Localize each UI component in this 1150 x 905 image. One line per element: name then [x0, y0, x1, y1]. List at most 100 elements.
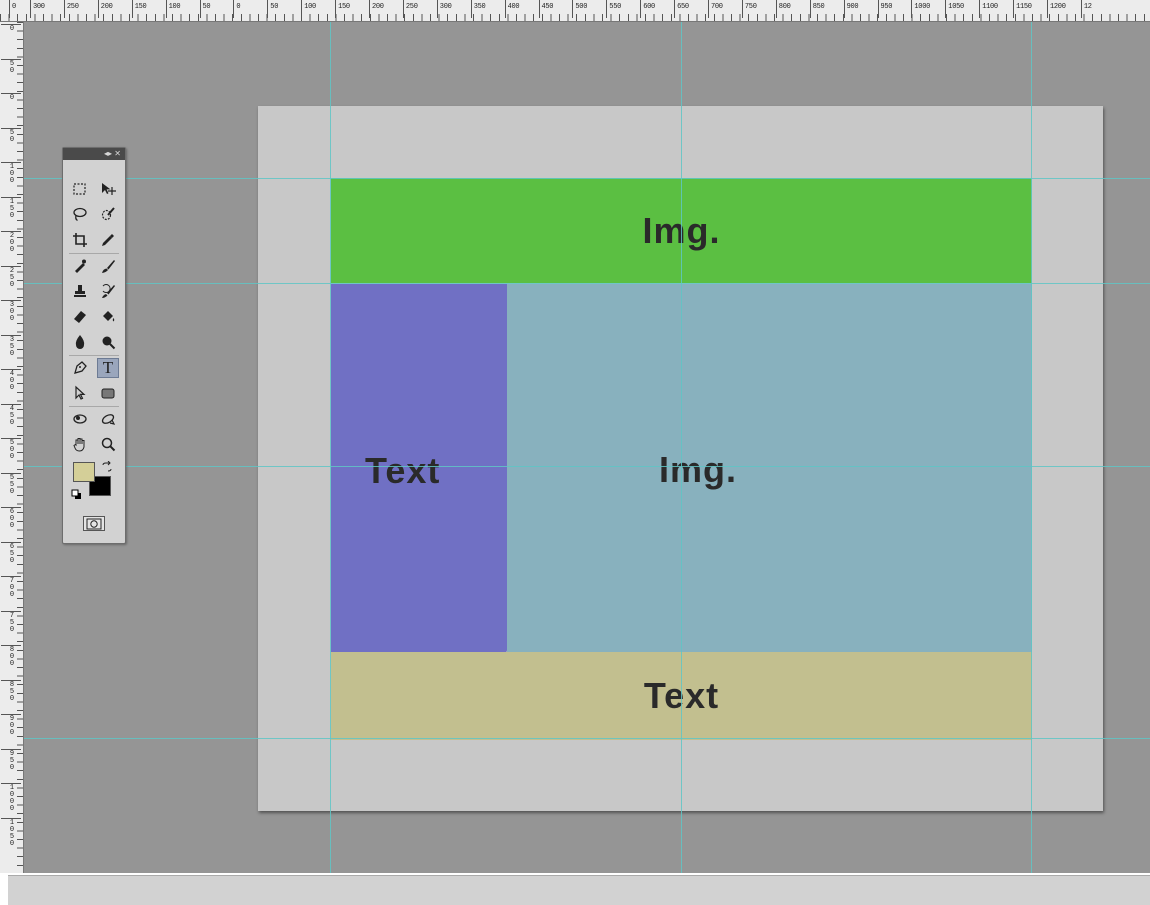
ruler-label: 100 — [301, 0, 316, 18]
tool-row — [69, 202, 119, 228]
ruler-label: 900 — [843, 0, 859, 18]
tool-row — [69, 176, 119, 202]
ruler-label: 50 — [1, 127, 21, 144]
type-tool-glyph: T — [102, 357, 114, 377]
ruler-label: 1050 — [945, 0, 964, 18]
ruler-label: 100 — [165, 0, 181, 18]
canvas-workspace[interactable]: Img. Text Img. Text 0 300 250 200 150 100 50 0 5… — [0, 0, 1150, 873]
horizontal-guide[interactable] — [24, 283, 1150, 284]
pen-icon[interactable] — [69, 358, 91, 378]
ruler-label: 1000 — [911, 0, 930, 18]
ruler-label: 400 — [1, 369, 21, 392]
ruler-label: 100 — [1, 162, 21, 185]
tool-row — [69, 405, 119, 432]
history-brush-icon[interactable] — [97, 281, 119, 301]
ruler-label: 150 — [1, 196, 21, 220]
lasso-icon[interactable] — [69, 204, 91, 224]
swap-colors-icon[interactable] — [101, 460, 113, 472]
eraser-icon[interactable] — [69, 306, 91, 326]
status-bar — [8, 875, 1150, 905]
rectangle-shape-icon[interactable] — [97, 383, 119, 403]
horizontal-ruler-ticks — [0, 14, 1150, 21]
ruler-label: 300 — [436, 0, 452, 18]
ruler-label: 800 — [775, 0, 791, 18]
vertical-guide[interactable] — [1031, 22, 1032, 873]
ruler-label: 800 — [1, 645, 21, 668]
ruler-label: 400 — [504, 0, 520, 18]
ruler-label: 1050 — [1, 817, 21, 848]
crop-icon[interactable] — [69, 230, 91, 250]
paint-bucket-icon[interactable] — [97, 306, 119, 326]
ruler-label: 1200 — [1047, 0, 1066, 18]
clone-stamp-icon[interactable] — [69, 281, 91, 301]
default-colors-icon[interactable] — [71, 488, 83, 500]
ruler-label: 850 — [809, 0, 825, 18]
foreground-color-swatch[interactable] — [73, 462, 95, 482]
marquee-icon[interactable] — [69, 179, 91, 199]
main-image-block[interactable]: Img. — [507, 284, 1032, 652]
ruler-label: 0 — [9, 0, 16, 18]
eyedropper-icon[interactable] — [97, 230, 119, 250]
hand-icon[interactable] — [69, 434, 91, 454]
tool-grid: T — [69, 176, 119, 457]
ruler-label: 350 — [1, 334, 21, 358]
3d-rotate-icon[interactable] — [69, 409, 91, 429]
panel-collapse-close-icon[interactable]: ◂▸ ✕ — [104, 150, 121, 158]
tool-row — [69, 329, 119, 355]
tool-row — [69, 380, 119, 406]
horizontal-ruler[interactable]: 0 300 250 200 150 100 50 0 50 100 150 200 250 300 350 4… — [0, 0, 1150, 22]
quick-mask-icon — [86, 518, 102, 529]
ruler-label: 0 — [1, 24, 21, 33]
ruler-label: 1100 — [979, 0, 998, 18]
ruler-label: 300 — [1, 300, 21, 323]
ruler-label: 0 — [1, 93, 21, 102]
ruler-label: 550 — [606, 0, 621, 18]
main-image-label: Img. — [659, 449, 738, 490]
vertical-ruler-ticks — [17, 22, 23, 873]
tool-row — [69, 431, 119, 457]
tools-panel[interactable]: ◂▸ ✕ T — [62, 147, 126, 544]
tool-row — [69, 278, 119, 304]
ruler-label: 200 — [1, 231, 21, 254]
ruler-label: 650 — [674, 0, 689, 18]
ruler-label: 1150 — [1013, 0, 1032, 18]
vertical-guide[interactable] — [330, 22, 331, 873]
blur-icon[interactable] — [69, 332, 91, 352]
quick-selection-icon[interactable] — [97, 204, 119, 224]
ruler-label: 500 — [1, 438, 21, 461]
brush-icon[interactable] — [97, 256, 119, 276]
ruler-label: 350 — [470, 0, 486, 18]
ruler-label: 700 — [708, 0, 723, 18]
horizontal-guide[interactable] — [24, 466, 1150, 467]
ruler-label: 450 — [1, 403, 21, 427]
ruler-label: 200 — [97, 0, 113, 18]
ruler-label: 50 — [199, 0, 211, 18]
move-icon[interactable] — [97, 179, 119, 199]
horizontal-guide[interactable] — [24, 738, 1150, 739]
ruler-label: 250 — [63, 0, 79, 18]
vertical-ruler[interactable]: 0 50 0 50 100 150 200 250 300 350 400 450 500 550 600 6… — [0, 22, 24, 873]
zoom-icon[interactable] — [97, 434, 119, 454]
path-selection-icon[interactable] — [69, 383, 91, 403]
ruler-label: 900 — [1, 714, 21, 737]
ruler-label: 950 — [1, 748, 21, 772]
vertical-guide[interactable] — [681, 22, 682, 873]
ruler-label: 12 — [1080, 0, 1092, 18]
3d-orbit-icon[interactable] — [97, 409, 119, 429]
tool-row: T — [69, 354, 119, 381]
tools-panel-header[interactable]: ◂▸ ✕ — [63, 148, 125, 160]
quick-mask-button[interactable] — [83, 516, 105, 531]
ruler-label: 150 — [335, 0, 350, 18]
side-text-block[interactable]: Text — [331, 284, 507, 653]
ruler-label: 600 — [1, 507, 21, 530]
horizontal-guide[interactable] — [24, 178, 1150, 179]
type-icon[interactable]: T — [97, 357, 119, 378]
dodge-icon[interactable] — [97, 332, 119, 352]
ruler-label: 50 — [1, 58, 21, 75]
ruler-label: 250 — [402, 0, 418, 18]
color-swatches — [71, 460, 117, 506]
ruler-label: 500 — [572, 0, 588, 18]
ruler-label: 750 — [1, 610, 21, 634]
spot-healing-icon[interactable] — [69, 256, 91, 276]
ruler-label: 850 — [1, 679, 21, 703]
